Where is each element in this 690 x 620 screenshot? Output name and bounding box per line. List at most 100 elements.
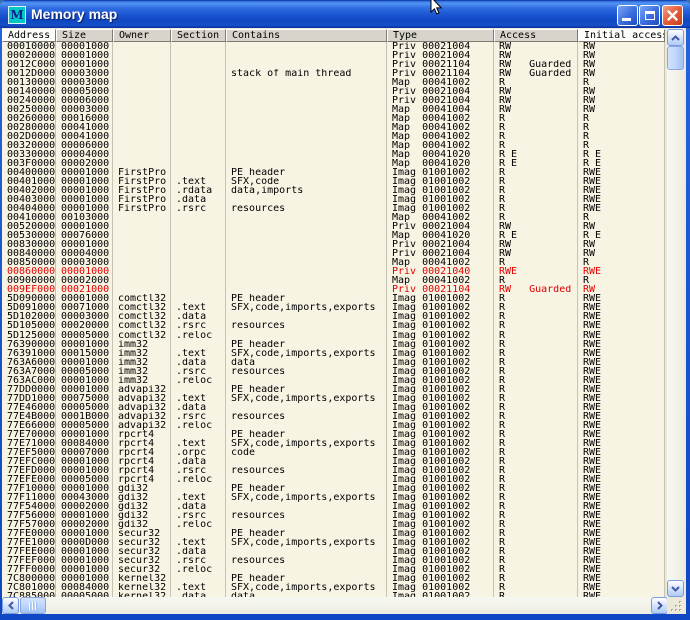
column-header-owner[interactable]: Owner xyxy=(113,29,171,42)
cell-type: Imag 01001002 xyxy=(387,529,494,538)
table-row[interactable]: 77E6600000005000advapi32.relocImag 01001… xyxy=(2,421,665,430)
table-row[interactable]: 5D09000000001000comctl32PE headerImag 01… xyxy=(2,294,665,303)
column-header-initial-access[interactable]: Initial access xyxy=(578,29,665,42)
cell-section xyxy=(171,78,226,87)
table-row[interactable]: 0083000000001000Priv 00021004RWRW xyxy=(2,240,665,249)
table-row[interactable]: 7639100000015000imm32.textSFX,code,impor… xyxy=(2,349,665,358)
table-row[interactable]: 0028000000041000Map 00041002RR xyxy=(2,123,665,132)
table-row[interactable]: 009EF00000021000Priv 00021104RW GuardedR… xyxy=(2,285,665,294)
table-row[interactable]: 0040300000001000FirstPro.dataImag 010010… xyxy=(2,195,665,204)
table-row[interactable]: 77F1100000043000gdi32.textSFX,code,impor… xyxy=(2,493,665,502)
cell-owner: rpcrt4 xyxy=(113,430,171,439)
column-header-type[interactable]: Type xyxy=(387,29,494,42)
table-row[interactable]: 0084000000004000Priv 00021004RWRW xyxy=(2,249,665,258)
table-row[interactable]: 763A600000001000imm32.datadataImag 01001… xyxy=(2,358,665,367)
table-row[interactable]: 0040200000001000FirstPro.rdatadata,impor… xyxy=(2,186,665,195)
table-row[interactable]: 0012D00000003000stack of main threadPriv… xyxy=(2,69,665,78)
table-row[interactable]: 0002000000001000Priv 00021004RWRW xyxy=(2,51,665,60)
table-row[interactable]: 7639000000001000imm32PE headerImag 01001… xyxy=(2,340,665,349)
table-row[interactable]: 0040100000001000FirstPro.textSFX,codeIma… xyxy=(2,177,665,186)
table-row[interactable]: 77E4B0000001B000advapi32.rsrcresourcesIm… xyxy=(2,412,665,421)
table-row[interactable]: 77F1000000001000gdi32PE headerImag 01001… xyxy=(2,484,665,493)
table-row[interactable]: 0001000000001000Priv 00021004RWRW xyxy=(2,42,665,51)
table-row[interactable]: 77FEE00000001000secur32.dataImag 0100100… xyxy=(2,547,665,556)
column-header-contains[interactable]: Contains xyxy=(226,29,387,42)
resize-grip[interactable] xyxy=(667,597,684,614)
table-row[interactable]: 77F5400000002000gdi32.dataImag 01001002R… xyxy=(2,502,665,511)
table-row[interactable]: 763A700000005000imm32.rsrcresourcesImag … xyxy=(2,367,665,376)
table-row[interactable]: 0040400000001000FirstPro.rsrcresourcesIm… xyxy=(2,204,665,213)
table-row[interactable]: 003F000000002000Map 00041020R ER E xyxy=(2,159,665,168)
table-row[interactable]: 5D12500000005000comctl32.relocImag 01001… xyxy=(2,331,665,340)
column-header-section[interactable]: Section xyxy=(171,29,226,42)
table-row[interactable]: 002D000000041000Map 00041002RR xyxy=(2,132,665,141)
cell-contains xyxy=(226,213,387,222)
table-row[interactable]: 0040000000001000FirstProPE headerImag 01… xyxy=(2,168,665,177)
table-row[interactable]: 7C80000000001000kernel32PE headerImag 01… xyxy=(2,574,665,583)
table-row[interactable]: 0025000000003000Map 00041004RWRW xyxy=(2,105,665,114)
table-row[interactable]: 5D10200000003000comctl32.dataImag 010010… xyxy=(2,312,665,321)
minimize-button[interactable] xyxy=(617,5,638,26)
cell-access: R xyxy=(494,141,578,150)
vertical-scroll-thumb[interactable] xyxy=(667,46,684,70)
column-header-size[interactable]: Size xyxy=(56,29,113,42)
table-row[interactable]: 77FE10000000D000secur32.textSFX,code,imp… xyxy=(2,538,665,547)
close-button[interactable] xyxy=(662,5,683,26)
table-row[interactable]: 0032000000006000Map 00041002RR xyxy=(2,141,665,150)
table-row[interactable]: 0033000000004000Map 00041020R ER E xyxy=(2,150,665,159)
table-row[interactable]: 77FEF00000001000secur32.rsrcresourcesIma… xyxy=(2,556,665,565)
table-row[interactable]: 0085000000003000Map 00041002RR xyxy=(2,258,665,267)
scroll-up-button[interactable] xyxy=(667,29,684,46)
table-row[interactable]: 77EFE00000005000rpcrt4.relocImag 0100100… xyxy=(2,475,665,484)
cell-initial-access: RWE xyxy=(578,321,665,330)
table-row[interactable]: 0052000000001000Priv 00021004RWRW xyxy=(2,222,665,231)
maximize-button[interactable] xyxy=(639,5,660,26)
table-row[interactable]: 0012C00000001000Priv 00021104RW GuardedR… xyxy=(2,60,665,69)
table-row[interactable]: 0024000000006000Priv 00021004RWRW xyxy=(2,96,665,105)
table-row[interactable]: 77FE000000001000secur32PE headerImag 010… xyxy=(2,529,665,538)
table-row[interactable]: 0013000000003000Map 00041002RR xyxy=(2,78,665,87)
table-row[interactable]: 0014000000005000Priv 00021004RWRW xyxy=(2,87,665,96)
table-row[interactable]: 77EFD00000001000rpcrt4.rsrcresourcesImag… xyxy=(2,466,665,475)
cell-initial-access: R xyxy=(578,276,665,285)
scroll-left-button[interactable] xyxy=(2,597,19,614)
table-row[interactable]: 77FF000000001000secur32.relocImag 010010… xyxy=(2,565,665,574)
cell-section xyxy=(171,42,226,51)
column-header-address[interactable]: Address xyxy=(2,29,56,42)
table-row[interactable]: 5D10500000020000comctl32.rsrcresourcesIm… xyxy=(2,321,665,330)
table-row[interactable]: 77E7100000084000rpcrt4.textSFX,code,impo… xyxy=(2,439,665,448)
table-row[interactable]: 77E4600000005000advapi32.dataImag 010010… xyxy=(2,403,665,412)
table-row[interactable]: 77E7000000001000rpcrt4PE headerImag 0100… xyxy=(2,430,665,439)
table-row[interactable]: 0090000000002000Map 00041002RR xyxy=(2,276,665,285)
table-row[interactable]: 77EF500000007000rpcrt4.orpccodeImag 0100… xyxy=(2,448,665,457)
table-row[interactable]: 0053000000076000Map 00041020R ER E xyxy=(2,231,665,240)
cell-owner: imm32 xyxy=(113,340,171,349)
table-row[interactable]: 77DD100000075000advapi32.textSFX,code,im… xyxy=(2,394,665,403)
table-row[interactable]: 5D09100000071000comctl32.textSFX,code,im… xyxy=(2,303,665,312)
table-row[interactable]: 77F5600000001000gdi32.rsrcresourcesImag … xyxy=(2,511,665,520)
cell-owner: advapi32 xyxy=(113,385,171,394)
cell-initial-access: RWE xyxy=(578,439,665,448)
cell-initial-access: R xyxy=(578,258,665,267)
cell-address: 77F10000 xyxy=(2,484,56,493)
cell-initial-access: RWE xyxy=(578,511,665,520)
scroll-right-button[interactable] xyxy=(651,597,668,614)
table-row[interactable]: 0041000000103000Map 00041002RR xyxy=(2,213,665,222)
vertical-scrollbar[interactable] xyxy=(667,29,684,597)
table-row[interactable]: 77EFC00000001000rpcrt4.dataImag 01001002… xyxy=(2,457,665,466)
scroll-down-button[interactable] xyxy=(667,580,684,597)
column-header-access[interactable]: Access xyxy=(494,29,578,42)
cell-access: R xyxy=(494,583,578,592)
horizontal-scroll-thumb[interactable] xyxy=(20,597,46,614)
table-row[interactable]: 0026000000016000Map 00041002RR xyxy=(2,114,665,123)
table-row[interactable]: 7C80100000084000kernel32.textSFX,code,im… xyxy=(2,583,665,592)
cell-initial-access: RWE xyxy=(578,547,665,556)
horizontal-scrollbar[interactable] xyxy=(2,597,668,614)
title-bar[interactable]: M Memory map xyxy=(0,0,690,28)
memory-table[interactable]: 0001000000001000Priv 00021004RWRW0002000… xyxy=(2,42,665,597)
table-row[interactable]: 77DD000000001000advapi32PE headerImag 01… xyxy=(2,385,665,394)
table-row[interactable]: 77F5700000002000gdi32.relocImag 01001002… xyxy=(2,520,665,529)
table-row[interactable]: 0086000000001000Priv 00021040RWERWE xyxy=(2,267,665,276)
table-row[interactable]: 763AC00000001000imm32.relocImag 01001002… xyxy=(2,376,665,385)
cell-address: 77DD1000 xyxy=(2,394,56,403)
